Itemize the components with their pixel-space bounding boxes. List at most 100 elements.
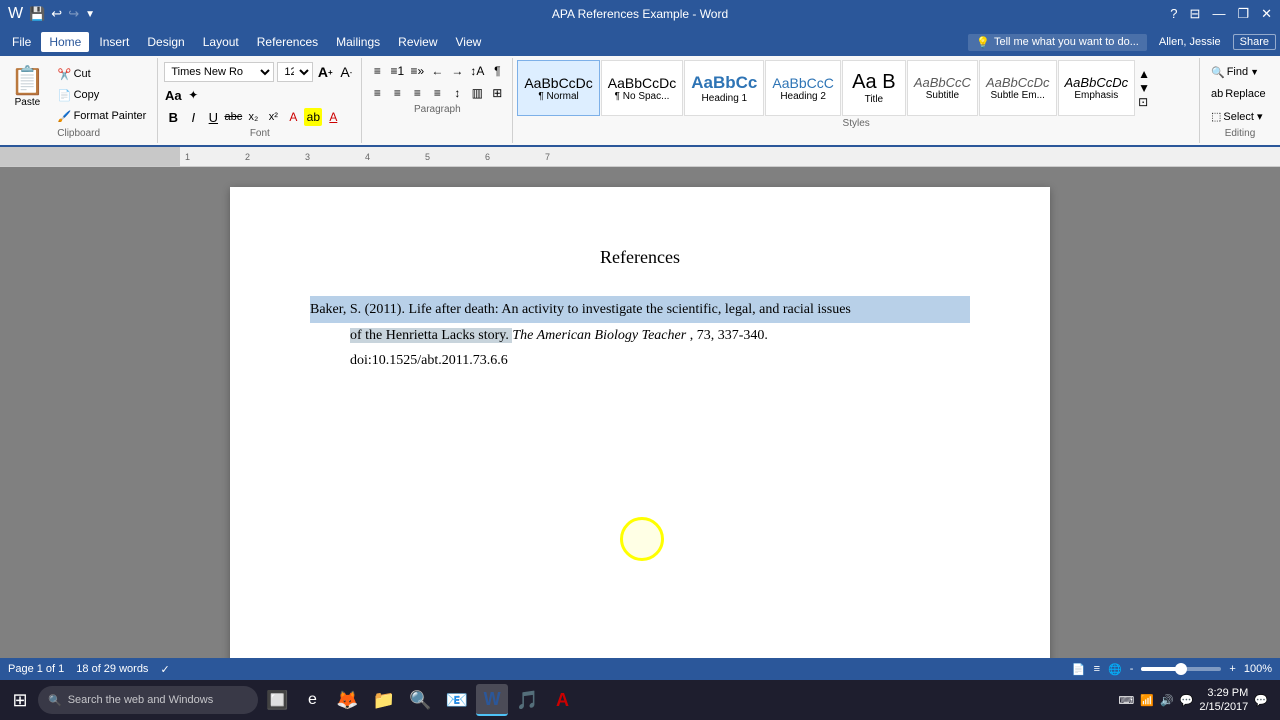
quick-save[interactable]: 💾 (29, 6, 45, 22)
restore-btn[interactable]: ❐ (1237, 6, 1249, 22)
text-effects-btn[interactable]: A (284, 108, 302, 126)
document-area[interactable]: References Baker, S. (2011). Life after … (0, 167, 1280, 667)
word-taskbar-btn[interactable]: W (476, 684, 508, 716)
taskbar-search[interactable]: 🔍 Search the web and Windows (38, 686, 258, 714)
web-view-btn[interactable]: 🌐 (1108, 663, 1122, 676)
underline-btn[interactable]: U (204, 108, 222, 126)
menu-references[interactable]: References (249, 32, 326, 52)
dedent-btn[interactable]: ← (428, 62, 446, 80)
numbered-btn[interactable]: ≡1 (388, 62, 406, 80)
cut-button[interactable]: ✂️ Cut (53, 64, 151, 84)
print-view-btn[interactable]: ≡ (1094, 663, 1100, 675)
clear-format-btn[interactable]: ✦ (184, 86, 202, 104)
ribbon-toggle[interactable]: ⊟ (1190, 6, 1201, 22)
superscript-btn[interactable]: x² (264, 108, 282, 126)
task-view-icon: 🔲 (266, 690, 288, 711)
style-title[interactable]: Aa B Title (842, 60, 906, 116)
reference-entry: Baker, S. (2011). Life after death: An a… (310, 296, 970, 374)
align-center-btn[interactable]: ≡ (388, 84, 406, 102)
zoom-in-btn[interactable]: + (1229, 663, 1235, 675)
strikethrough-btn[interactable]: abc (224, 108, 242, 126)
bullets-btn[interactable]: ≡ (368, 62, 386, 80)
sort-btn[interactable]: ↕A (468, 62, 486, 80)
find-button[interactable]: 🔍 Find ▼ (1206, 62, 1271, 82)
select-button[interactable]: ⬚ Select ▾ (1206, 106, 1271, 126)
style-no-spacing[interactable]: AaBbCcDc ¶ No Spac... (601, 60, 683, 116)
font-size-select[interactable]: 12 (277, 62, 313, 82)
subscript-btn[interactable]: x₂ (244, 108, 262, 126)
menu-file[interactable]: File (4, 32, 39, 52)
copy-button[interactable]: 📄 Copy (53, 85, 151, 105)
read-view-btn[interactable]: 📄 (1072, 663, 1086, 676)
keyboard-icon[interactable]: ⌨ (1118, 694, 1134, 707)
style-subtle-emphasis[interactable]: AaBbCcDc Subtle Em... (979, 60, 1057, 116)
font-family-select[interactable]: Times New Ro (164, 62, 274, 82)
font-grow-btn[interactable]: A+ (316, 63, 334, 81)
tell-me-box[interactable]: 💡 Tell me what you want to do... (968, 34, 1147, 51)
styles-more[interactable]: ⊡ (1138, 95, 1150, 109)
borders-btn[interactable]: ⊞ (488, 84, 506, 102)
mail-btn[interactable]: 📧 (440, 684, 474, 716)
bold-btn[interactable]: B (164, 108, 182, 126)
zoom-slider[interactable] (1141, 667, 1221, 671)
zoom-out-btn[interactable]: - (1130, 663, 1134, 675)
style-heading1[interactable]: AaBbCc Heading 1 (684, 60, 764, 116)
style-normal[interactable]: AaBbCcDc ¶ Normal (517, 60, 599, 116)
browser-btn[interactable]: 🦊 (330, 684, 364, 716)
show-marks-btn[interactable]: ¶ (488, 62, 506, 80)
shading-btn[interactable]: ▥ (468, 84, 486, 102)
volume-icon[interactable]: 🔊 (1160, 694, 1174, 707)
window-controls: ? ⊟ — ❐ ✕ (1170, 6, 1272, 22)
editing-group-label: Editing (1206, 128, 1274, 141)
menu-mailings[interactable]: Mailings (328, 32, 388, 52)
status-bar: Page 1 of 1 18 of 29 words ✓ 📄 ≡ 🌐 - + 1… (0, 658, 1280, 680)
acrobat-btn[interactable]: A (547, 684, 579, 716)
clipboard-small-btns: ✂️ Cut 📄 Copy 🖌️ Format Painter (53, 62, 151, 126)
menu-layout[interactable]: Layout (195, 32, 247, 52)
media-btn[interactable]: 🎵 (510, 684, 544, 716)
explorer-btn[interactable]: 📁 (367, 684, 401, 716)
close-btn[interactable]: ✕ (1261, 6, 1272, 22)
clock-icon[interactable]: 💬 (1180, 694, 1194, 707)
task-view-btn[interactable]: 🔲 (260, 684, 294, 716)
italic-btn[interactable]: I (184, 108, 202, 126)
style-emphasis[interactable]: AaBbCcDc Emphasis (1058, 60, 1136, 116)
menu-view[interactable]: View (448, 32, 490, 52)
start-button[interactable]: ⊞ (4, 684, 36, 716)
justify-btn[interactable]: ≡ (428, 84, 446, 102)
customize-qa[interactable]: ▼ (85, 9, 95, 20)
multilevel-btn[interactable]: ≡» (408, 62, 426, 80)
menu-insert[interactable]: Insert (91, 32, 137, 52)
line-spacing-btn[interactable]: ↕ (448, 84, 466, 102)
menu-home[interactable]: Home (41, 32, 89, 52)
undo-btn[interactable]: ↩ (51, 6, 62, 22)
proofing-icon[interactable]: ✓ (160, 663, 169, 676)
help-icon[interactable]: ? (1170, 6, 1177, 22)
align-right-btn[interactable]: ≡ (408, 84, 426, 102)
style-heading2[interactable]: AaBbCcC Heading 2 (765, 60, 840, 116)
redo-btn[interactable]: ↪ (68, 6, 79, 22)
styles-scroll-up[interactable]: ▲ (1138, 67, 1150, 81)
format-painter-button[interactable]: 🖌️ Format Painter (53, 106, 151, 126)
minimize-btn[interactable]: — (1212, 6, 1225, 22)
share-btn[interactable]: Share (1233, 34, 1276, 50)
change-case-btn[interactable]: Aa (164, 86, 182, 104)
align-left-btn[interactable]: ≡ (368, 84, 386, 102)
styles-scroll-down[interactable]: ▼ (1138, 81, 1150, 95)
ie-btn[interactable]: e (296, 684, 328, 716)
menu-design[interactable]: Design (139, 32, 192, 52)
style-subtitle[interactable]: AaBbCcC Subtitle (907, 60, 978, 116)
paste-button[interactable]: 📋 Paste (6, 62, 49, 110)
tell-me-text[interactable]: Tell me what you want to do... (994, 36, 1139, 48)
network-icon[interactable]: 📶 (1140, 694, 1154, 707)
indent-btn[interactable]: → (448, 62, 466, 80)
font-shrink-btn[interactable]: A- (337, 63, 355, 81)
highlight-btn[interactable]: ab (304, 108, 322, 126)
notification-btn[interactable]: 💬 (1254, 694, 1268, 707)
font-color-btn[interactable]: A (324, 108, 342, 126)
title-bar: W 💾 ↩ ↪ ▼ APA References Example - Word … (0, 0, 1280, 28)
menu-review[interactable]: Review (390, 32, 445, 52)
search-app-btn[interactable]: 🔍 (403, 684, 437, 716)
replace-button[interactable]: ab Replace (1206, 84, 1271, 104)
browser-icon: 🦊 (336, 690, 358, 711)
